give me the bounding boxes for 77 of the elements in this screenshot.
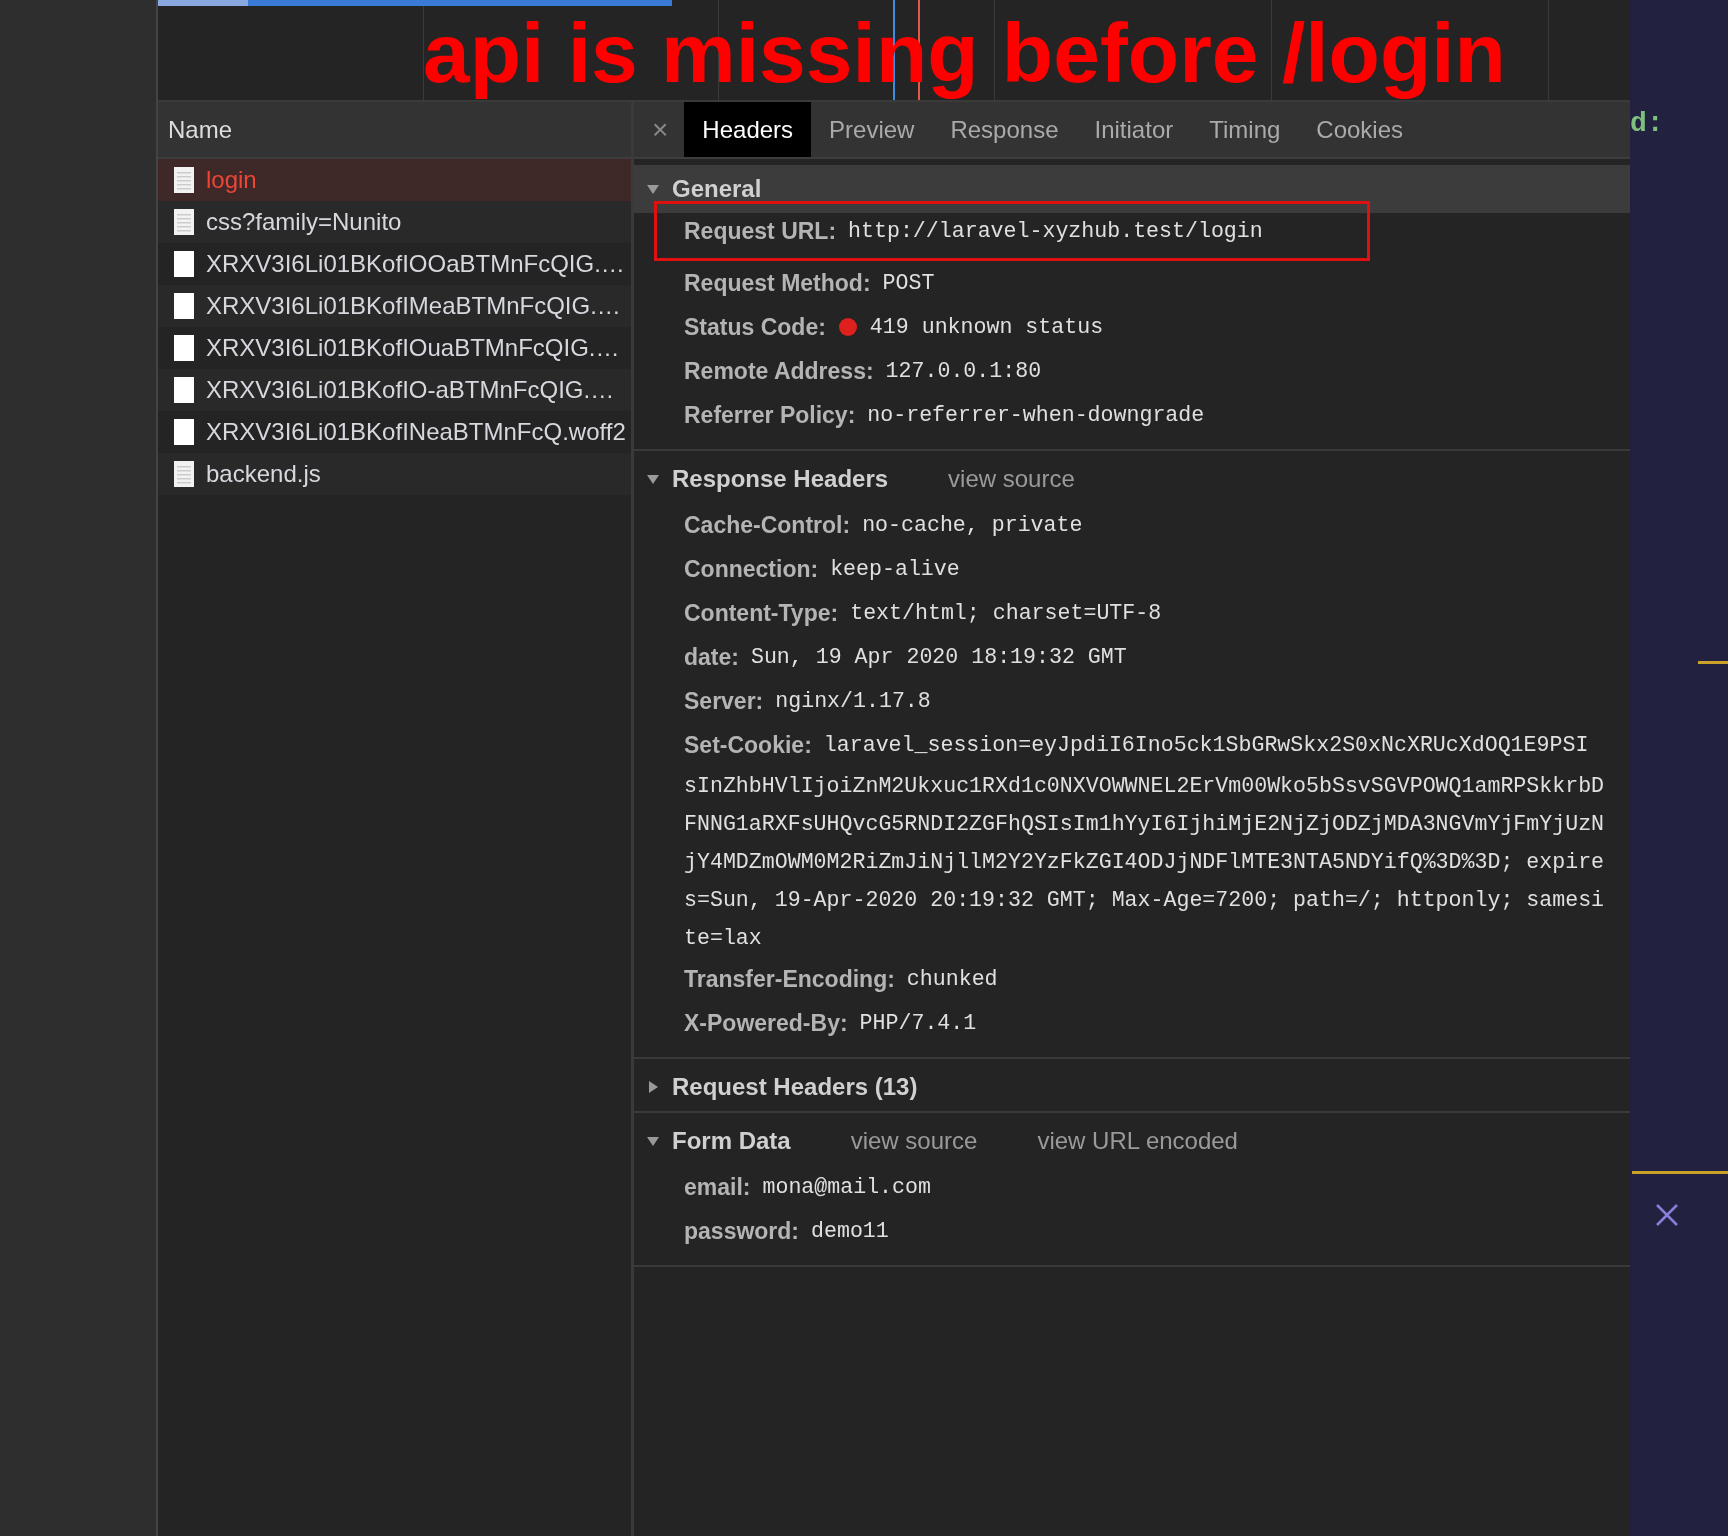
request-row[interactable]: backend.js [158, 453, 631, 495]
header-value: 419 unknown status [869, 315, 1104, 339]
header-value: chunked [906, 967, 998, 991]
header-value: POST [882, 271, 935, 295]
file-icon [174, 251, 194, 277]
file-icon [174, 377, 194, 403]
collapse-triangle-icon[interactable] [646, 1134, 660, 1148]
view-link[interactable]: view source [850, 1127, 978, 1155]
request-row[interactable]: login [158, 159, 631, 201]
tab[interactable]: Initiator [1076, 102, 1192, 157]
file-icon [174, 335, 194, 361]
section-title[interactable]: Form Data [672, 1127, 791, 1155]
request-row[interactable]: css?family=Nunito [158, 201, 631, 243]
column-header[interactable]: Name [158, 102, 631, 159]
header-value: nginx/1.17.8 [775, 689, 931, 713]
header-name: Referrer Policy: [684, 401, 856, 429]
header-name: Cache-Control: [684, 511, 851, 539]
header-value: te=lax [684, 926, 762, 950]
document-icon [174, 209, 194, 235]
header-value: keep-alive [830, 557, 960, 581]
section-title[interactable]: Response Headers [672, 465, 889, 493]
document-icon [174, 167, 194, 193]
view-link[interactable]: view URL encoded [1037, 1127, 1238, 1155]
request-name: XRXV3I6Li01BKofIOOaBTMnFcQIG.… [206, 250, 625, 278]
section-title[interactable]: Request Headers (13) [672, 1073, 918, 1101]
request-row[interactable]: XRXV3I6Li01BKofIMeaBTMnFcQIG.… [158, 285, 631, 327]
collapse-triangle-icon[interactable] [646, 472, 660, 486]
header-value: no-cache, private [862, 513, 1083, 537]
request-name: XRXV3I6Li01BKofIOuaBTMnFcQIG.… [206, 334, 620, 362]
expand-triangle-icon[interactable] [646, 1080, 660, 1094]
header-name: Content-Type: [684, 599, 839, 627]
section-title[interactable]: General [672, 175, 762, 203]
header-value: 127.0.0.1:80 [885, 359, 1042, 383]
tab[interactable]: Timing [1191, 102, 1299, 157]
header-name: date: [684, 643, 739, 671]
header-value: text/html; charset=UTF-8 [850, 601, 1162, 625]
code-text: d: [1630, 108, 1665, 139]
tab[interactable]: Response [932, 102, 1077, 157]
file-icon [174, 419, 194, 445]
collapse-triangle-icon[interactable] [646, 182, 660, 196]
tab[interactable]: Headers [684, 102, 812, 157]
header-value: mona@mail.com [762, 1175, 931, 1199]
close-icon[interactable]: × [634, 102, 685, 157]
request-name: backend.js [206, 460, 321, 488]
header-name: Request Method: [684, 269, 871, 297]
header-name: Request URL: [684, 217, 837, 245]
header-value: PHP/7.4.1 [859, 1011, 977, 1035]
header-value: demo11 [811, 1219, 889, 1243]
request-row[interactable]: XRXV3I6Li01BKofIO-aBTMnFcQIG.… [158, 369, 631, 411]
header-value: Sun, 19 Apr 2020 18:19:32 GMT [750, 645, 1127, 669]
request-name: css?family=Nunito [206, 208, 402, 236]
tab[interactable]: Preview [811, 102, 933, 157]
header-name: Transfer-Encoding: [684, 965, 895, 993]
request-name: XRXV3I6Li01BKofIMeaBTMnFcQIG.… [206, 292, 621, 320]
header-name: Set-Cookie: [684, 731, 812, 759]
header-name: Status Code: [684, 313, 826, 341]
tab[interactable]: Cookies [1298, 102, 1422, 157]
header-value: jY4MDZmOWM0M2RiZmJiNjllM2Y2YzFkZGI4ODJjNDFlMTE3NTA5NDYifQ%3D%3D; expire [684, 850, 1605, 874]
header-value: sInZhbHVlIjoiZnM2Ukxuc1RXd1c0NXVOWWNEL2ErVm00Wko5bSsvSGVPOWQ1amRPSkkrbD [684, 774, 1605, 798]
header-name: X-Powered-By: [684, 1009, 848, 1037]
header-value: laravel_session=eyJpdiI6Ino5ck1SbGRwSkx2S0xNcXRUcXdOQ1E9PSI [823, 733, 1589, 757]
header-name: Remote Address: [684, 357, 874, 385]
view-link[interactable]: view source [948, 465, 1075, 493]
header-name: Server: [684, 687, 764, 715]
close-icon[interactable] [1655, 1203, 1679, 1227]
header-value: http://laravel-xyzhub.test/login [848, 219, 1263, 243]
request-name: XRXV3I6Li01BKofIO-aBTMnFcQIG.… [206, 376, 615, 404]
header-value: FNNG1aRXFsUHQvcG5RNDI2ZGFhQSIsIm1hYyI6IjhiMjE2NjZjODZjMDA3NGVmYjFmYjUzN [684, 812, 1605, 836]
document-icon [174, 461, 194, 487]
file-icon [174, 293, 194, 319]
header-name: Connection: [684, 555, 819, 583]
header-value: no-referrer-when-downgrade [867, 403, 1205, 427]
header-value: s=Sun, 19-Apr-2020 20:19:32 GMT; Max-Age=7200; path=/; httponly; samesi [684, 888, 1605, 912]
header-name: password: [684, 1217, 800, 1245]
header-name: email: [684, 1173, 751, 1201]
request-name: XRXV3I6Li01BKofINeaBTMnFcQ.woff2 [206, 418, 626, 446]
request-name: login [206, 166, 257, 194]
